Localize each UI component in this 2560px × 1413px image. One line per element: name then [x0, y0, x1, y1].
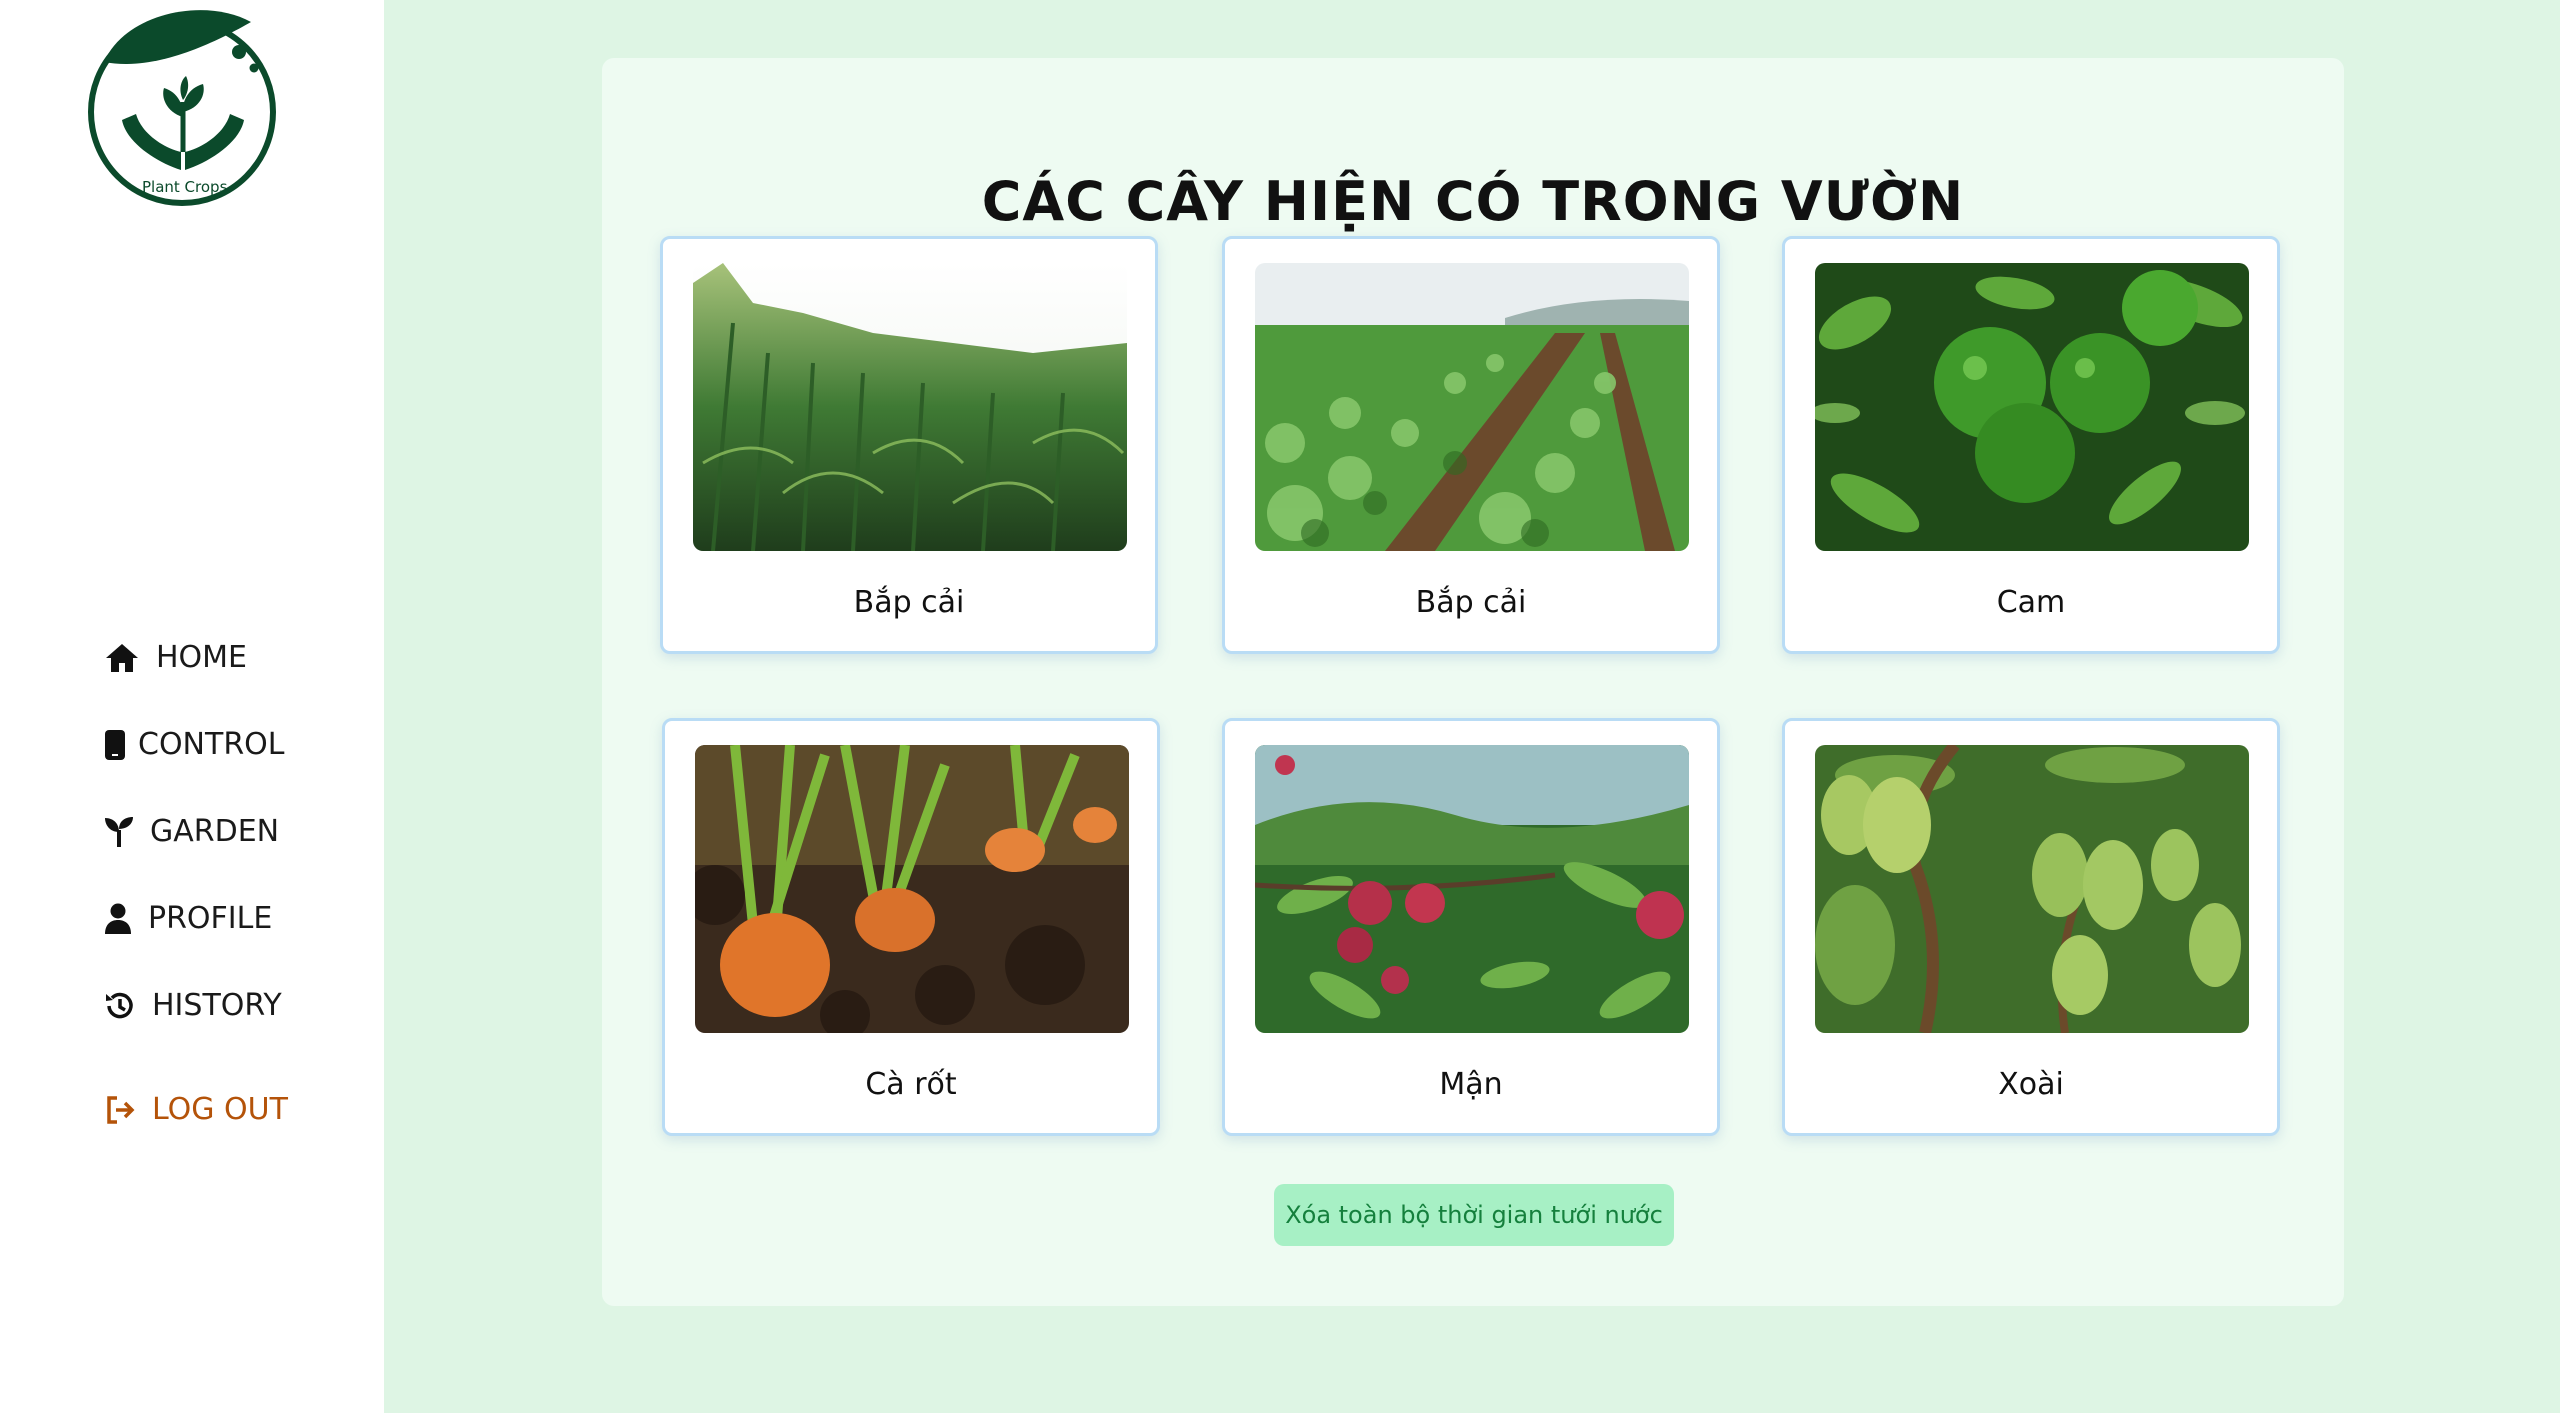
carrot-soil-photo [695, 745, 1129, 1033]
sidebar-item-control[interactable]: CONTROL [104, 727, 285, 762]
plant-name: Bắp cải [1415, 585, 1527, 620]
sidebar-item-history[interactable]: HISTORY [104, 988, 282, 1023]
plant-name: Cà rốt [865, 1067, 957, 1102]
sidebar-item-label: HOME [156, 640, 248, 675]
plant-card[interactable]: Cam [1782, 236, 2280, 654]
plant-name: Xoài [1998, 1067, 2064, 1102]
logout-label: LOG OUT [152, 1092, 288, 1127]
mango-tree-photo [1815, 745, 2249, 1033]
corn-field-photo [693, 263, 1127, 551]
plum-tree-photo [1255, 745, 1689, 1033]
home-icon [104, 642, 140, 674]
plant-name: Cam [1996, 585, 2066, 620]
plant-card[interactable]: Xoài [1782, 718, 2280, 1136]
phone-icon [104, 729, 126, 761]
sidebar-item-garden[interactable]: GARDEN [104, 814, 279, 849]
sidebar-item-label: CONTROL [138, 727, 285, 762]
logout-button[interactable]: LOG OUT [104, 1092, 288, 1127]
user-icon [104, 903, 132, 935]
page-title: CÁC CÂY HIỆN CÓ TRONG VƯỜN [981, 170, 1965, 233]
garden-panel: CÁC CÂY HIỆN CÓ TRONG VƯỜN Bắp cải Bắp c… [602, 58, 2344, 1306]
sidebar-item-profile[interactable]: PROFILE [104, 901, 272, 936]
logo-text: Plant Crops [142, 178, 228, 196]
plant-card[interactable]: Bắp cải [1222, 236, 1720, 654]
sidebar-item-label: GARDEN [150, 814, 280, 849]
sidebar-item-home[interactable]: HOME [104, 640, 247, 675]
orange-tree-photo [1815, 263, 2249, 551]
plant-crops-logo[interactable]: Plant Crops [86, 2, 284, 212]
sprout-icon [104, 816, 134, 848]
sidebar-item-label: PROFILE [148, 901, 273, 936]
plant-card[interactable]: Cà rốt [662, 718, 1160, 1136]
clear-watering-times-button[interactable]: Xóa toàn bộ thời gian tưới nước [1274, 1184, 1674, 1246]
plant-card[interactable]: Bắp cải [660, 236, 1158, 654]
sidebar-item-label: HISTORY [152, 988, 282, 1023]
history-icon [104, 990, 136, 1022]
logout-icon [104, 1094, 136, 1126]
sidebar: Plant Crops HOME CONTROL GARDEN PROFILE [0, 0, 384, 1413]
cabbage-field-photo [1255, 263, 1689, 551]
plant-card[interactable]: Mận [1222, 718, 1720, 1136]
plant-name: Bắp cải [853, 585, 965, 620]
plant-name: Mận [1439, 1067, 1503, 1102]
